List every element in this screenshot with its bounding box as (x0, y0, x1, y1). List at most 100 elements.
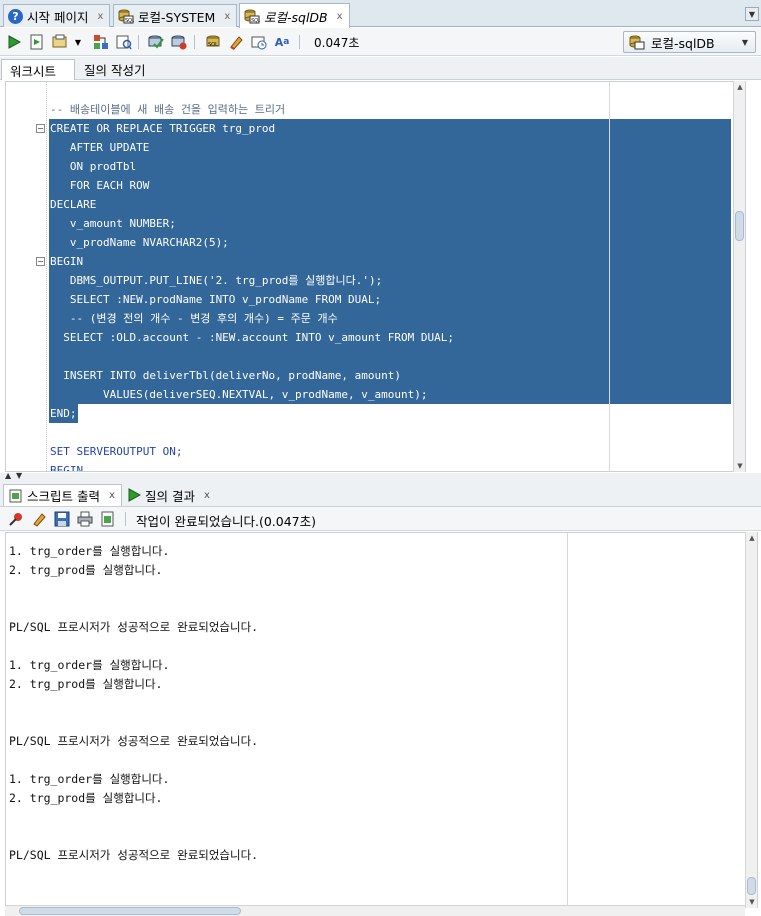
sql-worksheet-icon: SQL (118, 9, 134, 24)
toolbar-separator (194, 35, 195, 49)
tab-local-system[interactable]: SQL 로컬-SYSTEM x (113, 4, 238, 27)
connection-label: 로컬-sqlDB (651, 35, 715, 51)
code-line: BEGIN (50, 255, 84, 268)
run-script-icon[interactable] (27, 32, 47, 52)
output-line: 2. trg_prod를 실행합니다. (9, 791, 163, 805)
tab-query-result[interactable]: 질의 결과 x (122, 484, 216, 506)
code-line: -- 배송테이블에 새 배송 건을 입력하는 트리거 (50, 103, 286, 116)
svg-text:SQL: SQL (251, 18, 260, 24)
code-line: CREATE OR REPLACE TRIGGER trg_prod (50, 122, 276, 135)
svg-text:SQL: SQL (208, 42, 218, 48)
clear-output-icon[interactable] (29, 509, 49, 529)
output-line: PL/SQL 프로시저가 성공적으로 완료되었습니다. (9, 734, 259, 748)
right-margin-guide (609, 82, 610, 471)
fold-toggle-icon[interactable]: − (36, 124, 45, 133)
status-message: 작업이 완료되었습니다.(0.047초) (136, 514, 316, 529)
collapse-down-icon[interactable]: ▼ (16, 471, 22, 480)
connection-select[interactable]: 로컬-sqlDB ▼ (623, 31, 756, 53)
output-horizontal-scrollbar[interactable] (5, 905, 745, 916)
code-line: DBMS_OUTPUT.PUT_LINE('2. trg_prod를 실행합니다… (50, 274, 383, 287)
close-tab-icon[interactable]: x (97, 11, 103, 22)
tab-query-builder[interactable]: 질의 작성기 (76, 59, 153, 80)
document-tab-strip: ? 시작 페이지 x SQL 로컬-SYSTEM x SQL 로컬-sqlDB … (0, 0, 761, 28)
selection-highlight (49, 252, 731, 271)
print-icon[interactable] (75, 509, 95, 529)
output-line: 1. trg_order를 실행합니다. (9, 544, 170, 558)
scroll-down-icon[interactable]: ▼ (747, 897, 757, 907)
pin-icon[interactable] (6, 509, 26, 529)
output-line: 1. trg_order를 실행합니다. (9, 772, 170, 786)
selection-highlight (49, 157, 731, 176)
selection-highlight (49, 176, 731, 195)
selection-highlight (49, 347, 731, 366)
panel-splitter[interactable]: ▲ ▼ (0, 471, 761, 481)
code-line: v_prodName NVARCHAR2(5); (50, 236, 229, 249)
collapse-up-icon[interactable]: ▲ (5, 471, 11, 480)
code-line: ON prodTbl (50, 160, 137, 173)
tab-worksheet[interactable]: 워크시트 (1, 59, 75, 80)
output-line: PL/SQL 프로시저가 성공적으로 완료되었습니다. (9, 848, 259, 862)
scroll-thumb[interactable] (747, 877, 756, 895)
fold-toggle-icon[interactable]: − (36, 257, 45, 266)
editor-vertical-scrollbar[interactable]: ▲ ▼ (733, 81, 745, 472)
script-output-icon (9, 489, 22, 502)
rollback-icon[interactable] (169, 32, 189, 52)
selection-highlight (49, 195, 731, 214)
autotrace-dropdown-icon[interactable]: ▼ (72, 32, 84, 52)
code-line: AFTER UPDATE (50, 141, 150, 154)
sql-worksheet-icon (629, 35, 645, 50)
commit-icon[interactable] (146, 32, 166, 52)
tab-start-page[interactable]: ? 시작 페이지 x (3, 4, 111, 27)
output-line: PL/SQL 프로시저가 성공적으로 완료되었습니다. (9, 620, 259, 634)
help-icon: ? (8, 8, 23, 24)
code-line: v_amount NUMBER; (50, 217, 176, 230)
code-line: END; (50, 407, 77, 420)
scroll-up-icon[interactable]: ▲ (735, 82, 745, 92)
script-output-area[interactable]: 1. trg_order를 실행합니다. 2. trg_prod를 실행합니다. P… (5, 532, 758, 908)
clear-icon[interactable] (226, 32, 246, 52)
output-line: 2. trg_prod를 실행합니다. (9, 677, 163, 691)
sql-editor[interactable]: -- 배송테이블에 새 배송 건을 입력하는 트리거 CREATE OR REPL… (5, 81, 746, 472)
toolbar-separator (299, 35, 300, 49)
close-tab-icon[interactable]: x (337, 11, 343, 22)
output-vertical-scrollbar[interactable]: ▲ ▼ (745, 532, 757, 908)
format-icon[interactable]: Aa (272, 32, 292, 52)
sql-tuning-icon[interactable] (114, 32, 134, 52)
worksheet-subtabs: 워크시트 질의 작성기 (0, 57, 761, 80)
scroll-thumb[interactable] (19, 907, 241, 915)
unshared-sql-icon[interactable]: SQL (203, 32, 223, 52)
output-tabs: 스크립트 출력 x 질의 결과 x (0, 481, 761, 507)
tab-script-output[interactable]: 스크립트 출력 x (3, 484, 122, 506)
code-line: INSERT INTO deliverTbl(deliverNo, prodNa… (50, 369, 401, 382)
tab-local-sqldb[interactable]: SQL 로컬-sqlDB x (239, 3, 350, 28)
output-toolbar: 작업이 완료되었습니다.(0.047초) (0, 507, 761, 531)
elapsed-time: 0.047초 (314, 36, 360, 50)
close-tab-icon[interactable]: x (224, 11, 230, 22)
explain-plan-icon[interactable] (91, 32, 111, 52)
run-icon (128, 488, 141, 502)
run-statement-icon[interactable] (4, 32, 24, 52)
tab-list-dropdown-icon[interactable]: ▼ (745, 7, 759, 21)
scroll-thumb[interactable] (735, 211, 744, 241)
svg-text:SQL: SQL (125, 18, 134, 24)
code-line: SET SERVEROUTPUT ON; (50, 445, 183, 458)
chevron-down-icon: ▼ (741, 38, 748, 47)
close-tab-icon[interactable]: x (204, 490, 210, 501)
scroll-down-icon[interactable]: ▼ (735, 461, 745, 471)
autotrace-icon[interactable] (50, 32, 70, 52)
output-line: 2. trg_prod를 실행합니다. (9, 563, 163, 577)
code-line: -- (변경 전의 개수 - 변경 후의 개수) = 주문 개수 (50, 312, 338, 325)
close-tab-icon[interactable]: x (109, 490, 115, 501)
script-output-icon[interactable] (98, 509, 118, 529)
selection-highlight (49, 138, 731, 157)
right-margin-guide (567, 533, 568, 907)
code-line: SELECT :OLD.account - :NEW.account INTO … (50, 331, 454, 344)
code-line: BEGIN (50, 464, 84, 472)
history-icon[interactable] (249, 32, 269, 52)
sql-worksheet-icon: SQL (244, 9, 260, 24)
toolbar-separator (125, 512, 126, 526)
worksheet-toolbar: ▼ SQL Aa 0.047초 로컬-sqlDB ▼ (0, 28, 761, 56)
scroll-up-icon[interactable]: ▲ (747, 533, 757, 543)
save-icon[interactable] (52, 509, 72, 529)
code-line: SELECT :NEW.prodName INTO v_prodName FRO… (50, 293, 382, 306)
